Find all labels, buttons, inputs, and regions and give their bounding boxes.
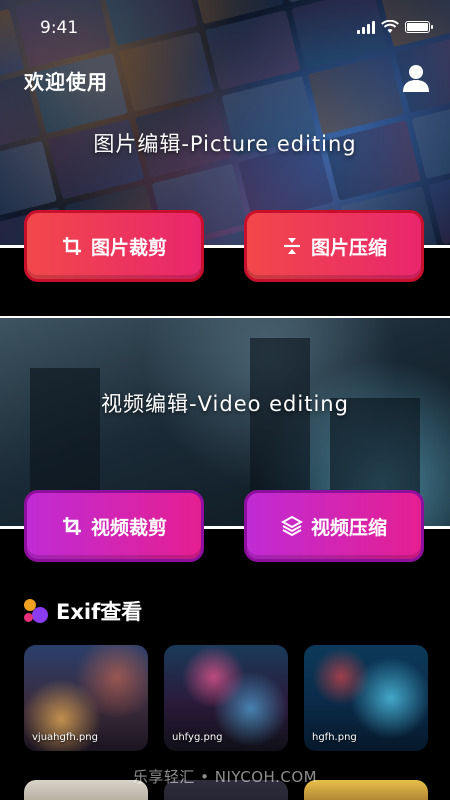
exif-image-name: hgfh.png <box>312 732 357 743</box>
compress-icon <box>283 238 300 254</box>
user-icon[interactable] <box>400 62 432 94</box>
picture-compress-button[interactable]: 图片压缩 <box>244 210 424 282</box>
exif-image-name: uhfyg.png <box>172 732 223 743</box>
bubbles-icon <box>24 599 48 623</box>
exif-image-card[interactable]: vjuahgfh.png <box>24 645 148 751</box>
wifi-icon <box>381 20 399 33</box>
video-crop-label: 视频裁剪 <box>90 516 167 539</box>
exif-image-list: vjuahgfh.png uhfyg.png hgfh.png <box>24 645 428 751</box>
video-compress-label: 视频压缩 <box>310 516 387 539</box>
video-editing-title: 视频编辑-Video editing <box>101 392 349 416</box>
status-bar: 9:41 <box>0 0 450 56</box>
picture-crop-button[interactable]: 图片裁剪 <box>24 210 204 282</box>
exif-image-card[interactable]: hgfh.png <box>304 645 428 751</box>
status-time: 9:41 <box>40 18 79 38</box>
picture-crop-label: 图片裁剪 <box>90 236 167 259</box>
exif-header: Exif查看 <box>24 596 142 626</box>
exif-image-card[interactable]: uhfyg.png <box>164 645 288 751</box>
battery-icon <box>405 21 433 33</box>
video-compress-button[interactable]: 视频压缩 <box>244 490 424 562</box>
video-crop-button[interactable]: 视频裁剪 <box>24 490 204 562</box>
signal-icon <box>357 20 375 34</box>
watermark: 乐享轻汇 • NIYCOH.COM <box>132 768 318 786</box>
exif-title: Exif查看 <box>56 600 143 624</box>
layers-icon <box>280 515 303 537</box>
picture-editing-title: 图片编辑-Picture editing <box>93 132 357 156</box>
picture-compress-label: 图片压缩 <box>310 236 387 259</box>
status-icons <box>357 20 433 34</box>
crop-icon <box>62 517 81 535</box>
crop-icon <box>62 237 81 255</box>
exif-image-name: vjuahgfh.png <box>32 732 98 743</box>
welcome-title: 欢迎使用 <box>24 70 108 94</box>
